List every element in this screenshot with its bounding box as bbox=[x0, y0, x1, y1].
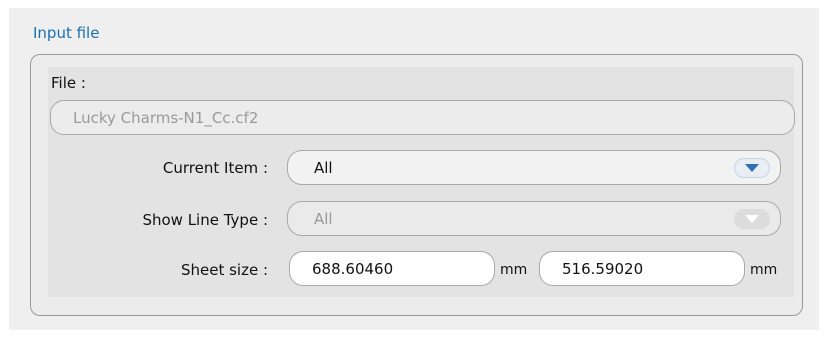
current-item-value: All bbox=[314, 158, 333, 177]
file-path-field[interactable]: Lucky Charms-N1_Cc.cf2 bbox=[50, 100, 795, 135]
sheet-width-input[interactable]: 688.60460 bbox=[289, 251, 495, 286]
current-item-label: Current Item : bbox=[162, 159, 268, 177]
dropdown-arrow-button[interactable] bbox=[734, 209, 770, 229]
show-line-type-dropdown[interactable]: All bbox=[287, 201, 781, 236]
dropdown-arrow-button[interactable] bbox=[734, 158, 770, 178]
current-item-dropdown[interactable]: All bbox=[287, 150, 781, 185]
chevron-down-icon bbox=[745, 164, 759, 172]
show-line-type-value: All bbox=[314, 209, 333, 228]
show-line-type-label: Show Line Type : bbox=[142, 211, 268, 229]
sheet-width-unit: mm bbox=[500, 262, 528, 278]
sheet-size-label: Sheet size : bbox=[180, 261, 268, 279]
file-label: File : bbox=[51, 74, 86, 92]
group-title: Input file bbox=[33, 24, 100, 42]
sheet-height-input[interactable]: 516.59020 bbox=[539, 251, 745, 286]
sheet-height-unit: mm bbox=[750, 262, 778, 278]
chevron-down-icon bbox=[745, 215, 759, 223]
